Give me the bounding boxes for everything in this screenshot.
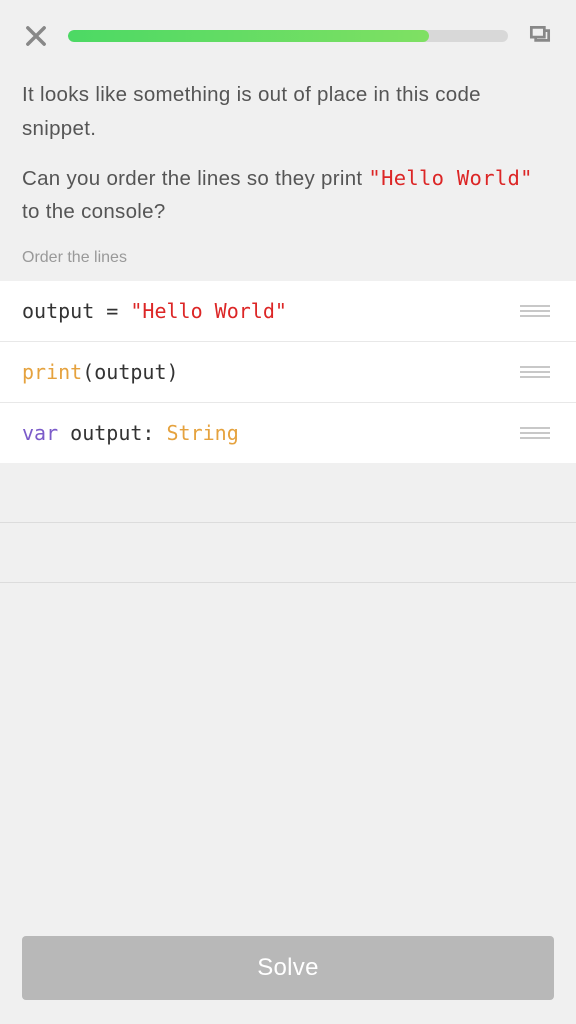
dropzone-slot[interactable]: [0, 463, 576, 523]
dropzone-area[interactable]: [0, 463, 576, 920]
question-p2: Can you order the lines so they print "H…: [22, 162, 554, 230]
footer: Solve: [0, 920, 576, 1024]
header: [0, 0, 576, 62]
code-content: var output: String: [22, 421, 516, 445]
drag-handle-icon[interactable]: [516, 301, 554, 321]
progress-fill: [68, 30, 429, 42]
dropzone-slot[interactable]: [0, 523, 576, 583]
close-icon: [22, 22, 50, 50]
report-button[interactable]: [524, 20, 556, 52]
drag-handle-icon[interactable]: [516, 423, 554, 443]
code-line[interactable]: output = "Hello World": [0, 281, 576, 342]
code-content: output = "Hello World": [22, 299, 516, 323]
solve-button[interactable]: Solve: [22, 936, 554, 1000]
code-line[interactable]: var output: String: [0, 403, 576, 463]
instruction-label: Order the lines: [0, 249, 576, 281]
code-lines-list: output = "Hello World" print(output) var o…: [0, 281, 576, 463]
inline-code: "Hello World": [368, 166, 532, 190]
question-p1: It looks like something is out of place …: [22, 78, 554, 146]
question-text: It looks like something is out of place …: [0, 62, 576, 249]
code-line[interactable]: print(output): [0, 342, 576, 403]
drag-handle-icon[interactable]: [516, 362, 554, 382]
code-content: print(output): [22, 360, 516, 384]
report-icon: [527, 23, 553, 49]
progress-bar: [68, 30, 508, 42]
close-button[interactable]: [20, 20, 52, 52]
